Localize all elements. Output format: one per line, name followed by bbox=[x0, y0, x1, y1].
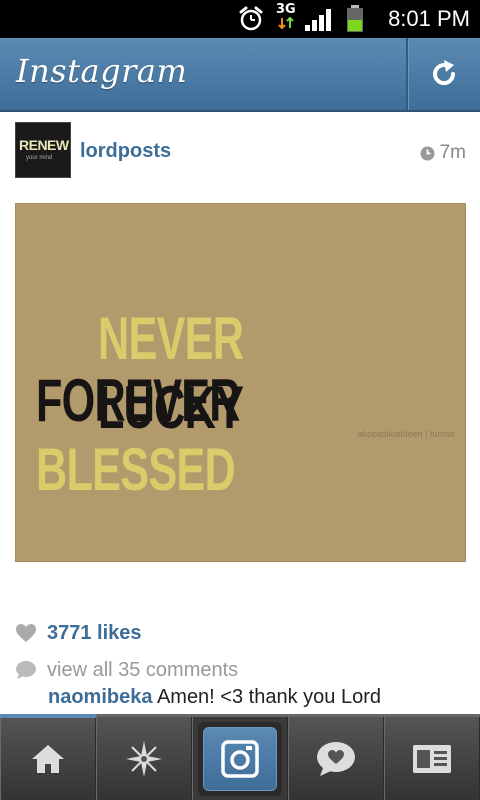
post-username[interactable]: lordposts bbox=[80, 140, 171, 163]
status-bar: 3G 8:01 PM bbox=[0, 0, 480, 38]
comment-text: Amen! <3 thank you Lord bbox=[156, 686, 381, 708]
comment-bubble-icon bbox=[16, 661, 36, 679]
home-icon bbox=[32, 744, 64, 773]
post-header: RENEW your mind lordposts 7m bbox=[0, 112, 480, 188]
comment-username[interactable]: naomibeka bbox=[48, 686, 152, 708]
image-line-2: FOREVER BLESSED bbox=[36, 366, 345, 504]
home-active-indicator bbox=[0, 714, 96, 718]
post-timestamp: 7m bbox=[420, 142, 466, 164]
view-comments-row[interactable]: view all 35 comments bbox=[15, 657, 238, 683]
refresh-icon bbox=[433, 60, 456, 86]
data-arrows-icon bbox=[278, 16, 294, 30]
clock-icon bbox=[420, 146, 435, 160]
comment-item: naomibeka Amen! <3 thank you Lord bbox=[48, 686, 381, 709]
avatar-subtext: your mind bbox=[26, 155, 53, 161]
network-type: 3G bbox=[276, 2, 296, 17]
nav-explore[interactable] bbox=[96, 717, 192, 800]
nav-camera[interactable] bbox=[192, 717, 288, 800]
view-comments-link: view all 35 comments bbox=[47, 658, 239, 681]
avatar[interactable]: RENEW your mind bbox=[15, 122, 71, 178]
profile-card-icon bbox=[413, 744, 451, 773]
image-word-blessed: BLESSED bbox=[36, 436, 236, 503]
app-title: Instagram bbox=[16, 52, 188, 90]
battery-icon bbox=[347, 5, 363, 32]
signal-icon bbox=[305, 9, 331, 31]
avatar-text: RENEW bbox=[19, 137, 69, 153]
post-image[interactable]: NEVER LUCKY FOREVER BLESSED akopasikathl… bbox=[15, 203, 466, 562]
bottom-nav bbox=[0, 714, 480, 800]
camera-icon bbox=[221, 739, 259, 778]
image-word-never: NEVER bbox=[98, 305, 244, 372]
refresh-button[interactable] bbox=[408, 38, 480, 110]
time-ago: 7m bbox=[439, 142, 466, 163]
image-word-forever: FOREVER bbox=[36, 367, 241, 434]
app-header: Instagram bbox=[0, 38, 480, 112]
status-time: 8:01 PM bbox=[388, 6, 470, 31]
likes-count: 3771 likes bbox=[47, 621, 142, 644]
alarm-icon bbox=[239, 6, 263, 31]
nav-home[interactable] bbox=[0, 717, 96, 800]
news-heart-icon bbox=[317, 741, 355, 776]
nav-news[interactable] bbox=[288, 717, 384, 800]
nav-profile[interactable] bbox=[384, 717, 480, 800]
likes-row[interactable]: 3771 likes bbox=[15, 620, 142, 646]
heart-icon bbox=[16, 624, 36, 642]
explore-icon bbox=[126, 740, 162, 777]
camera-button bbox=[203, 726, 277, 791]
camera-button-frame bbox=[198, 721, 282, 796]
image-credit: akopasikathleen | tumblr bbox=[357, 429, 455, 439]
